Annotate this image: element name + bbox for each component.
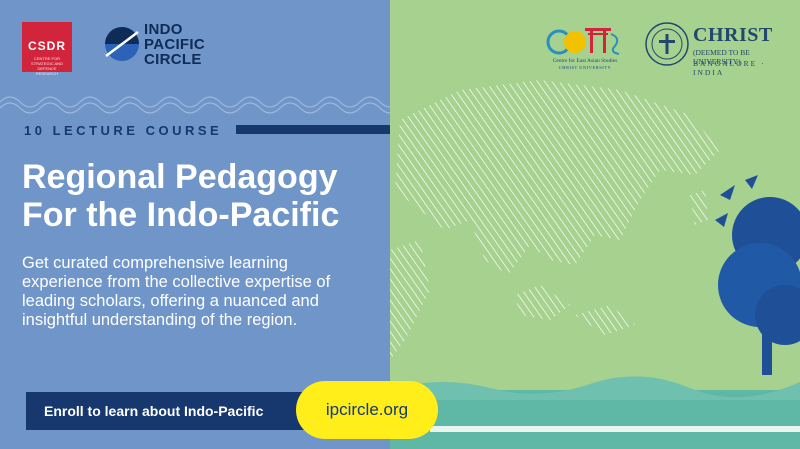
headline: Regional Pedagogy For the Indo-Pacific [22, 158, 382, 234]
christ-logo-name: CHRIST [693, 24, 773, 46]
course-description: Get curated comprehensive learning exper… [22, 254, 331, 329]
tree-illustration [715, 175, 800, 375]
ceas-logo-university: CHRIST UNIVERSITY [558, 65, 612, 70]
christ-logo-city: BANGALORE · INDIA [693, 59, 766, 77]
asia-map-illustration [390, 80, 720, 360]
course-label: 10 LECTURE COURSE [24, 123, 223, 138]
ipc-circle-icon [105, 27, 139, 61]
ceas-logo-name: Centre for East Asian Studies [552, 58, 618, 64]
csdr-logo-text: CSDR [27, 39, 66, 53]
ipc-logo-line3: CIRCLE [144, 51, 202, 68]
ipc-logo-line1: INDO [144, 21, 183, 38]
csdr-logo-subtext: CENTRE FOR STRATEGIC AND DEFENCE RESEARC… [31, 56, 63, 76]
christ-university-logo: CHRIST (DEEMED TO BE UNIVERSITY) BANGALO… [645, 22, 795, 77]
ipc-logo-line2: PACIFIC [144, 36, 205, 53]
course-divider [236, 125, 390, 134]
enroll-button[interactable]: Enroll to learn about Indo-Pacific [26, 392, 316, 430]
website-link[interactable]: ipcircle.org [296, 381, 438, 439]
csdr-logo: CSDR CENTRE FOR STRATEGIC AND DEFENCE RE… [22, 22, 72, 76]
christ-seal-icon [645, 22, 689, 66]
headline-line1: Regional Pedagogy [22, 158, 338, 196]
headline-line2: For the Indo-Pacific [22, 196, 340, 234]
wave-pattern [0, 96, 390, 114]
ipc-logo-text: INDO PACIFIC CIRCLE [144, 22, 205, 67]
grass-illustration [390, 376, 800, 449]
torii-gate-icon [546, 28, 620, 55]
course-banner: CSDR CENTRE FOR STRATEGIC AND DEFENCE RE… [0, 0, 800, 449]
ceas-logo: Centre for East Asian Studies CHRIST UNI… [545, 24, 625, 74]
